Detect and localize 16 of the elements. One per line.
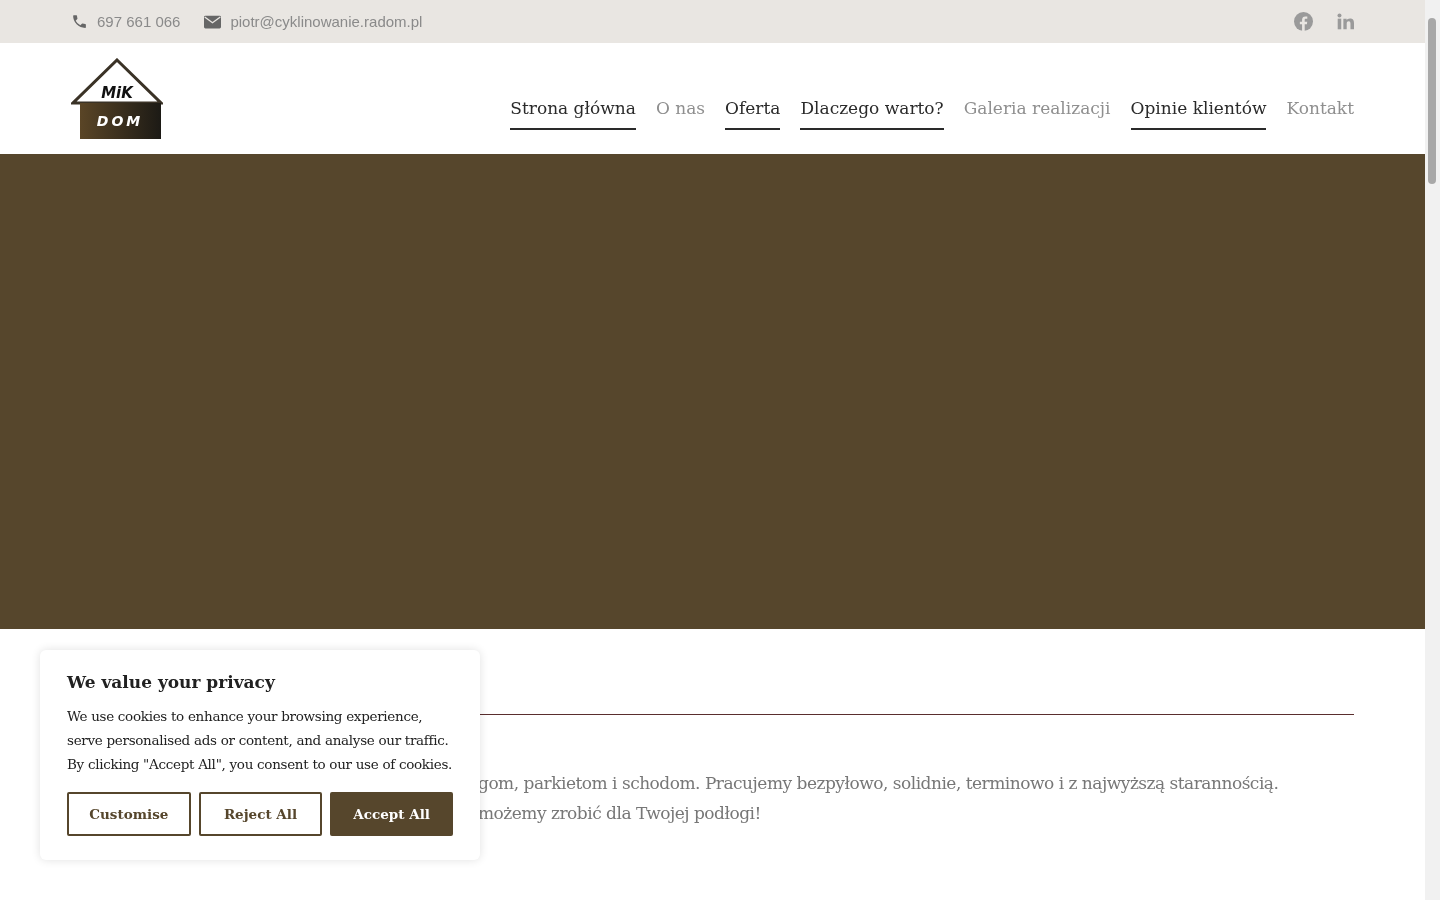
cookie-button[interactable]: Customise (67, 792, 191, 836)
cookie-text: We use cookies to enhance your browsing experience, serve personalised ads or content, and analyse our traffic. By clicking "Accept All", you consent to our use of cookies. (67, 707, 453, 774)
envelope-icon (204, 14, 222, 29)
nav-link[interactable]: Opinie klientów (1130, 87, 1267, 130)
nav-link[interactable]: Oferta (725, 87, 781, 130)
nav-link[interactable]: Strona główna (510, 87, 636, 130)
scrollbar-thumb[interactable] (1428, 18, 1436, 184)
facebook-icon[interactable] (1294, 12, 1313, 31)
cookie-button[interactable]: Reject All (198, 792, 323, 836)
intro-text: gom, parkietom i schodom. Pracujemy bezpyłowo, solidnie, terminowo i z najwyższą starannością. (478, 772, 1280, 795)
linkedin-icon[interactable] (1337, 13, 1354, 30)
phone-icon (71, 13, 88, 30)
nav-link[interactable]: Dlaczego warto? (800, 87, 944, 130)
cookie-title: We value your privacy (67, 672, 277, 692)
intro-text: możemy zrobić dla Twojej podłogi! (478, 802, 762, 825)
cookie-button[interactable]: Accept All (330, 792, 453, 836)
